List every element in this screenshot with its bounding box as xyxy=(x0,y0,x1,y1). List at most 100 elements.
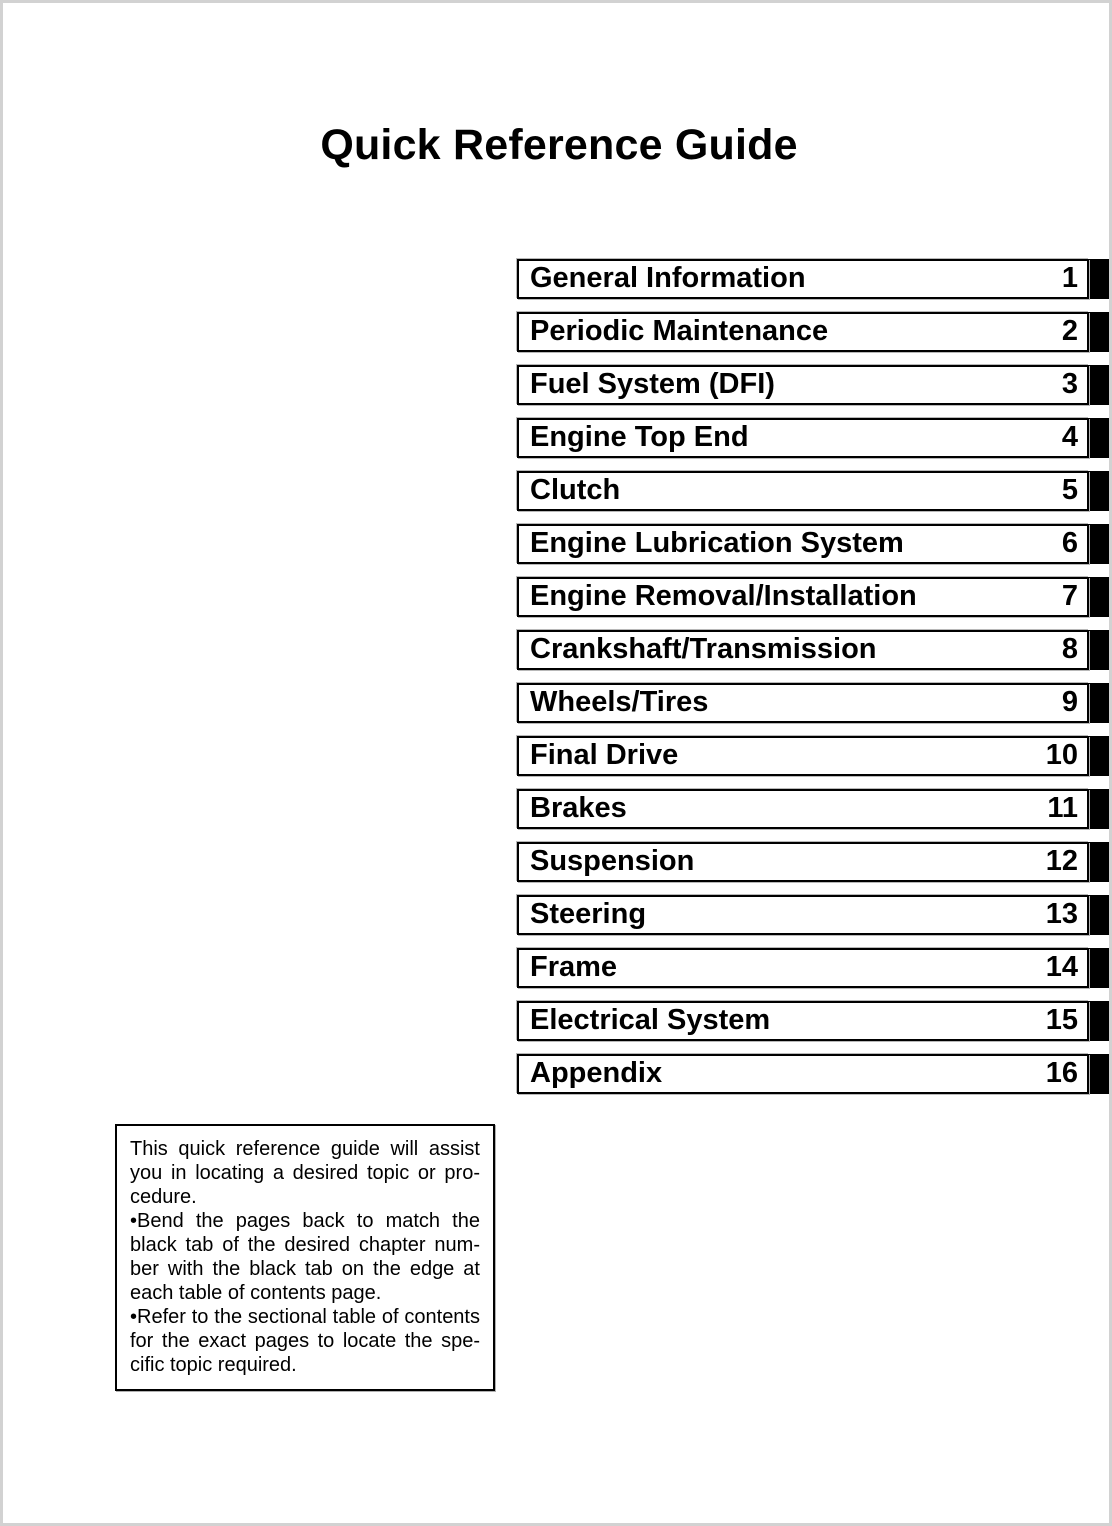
chapter-black-tab xyxy=(1089,789,1109,829)
chapter-box[interactable]: Frame 14 xyxy=(517,948,1089,988)
chapter-number: 15 xyxy=(1045,1004,1078,1036)
chapter-black-tab xyxy=(1089,577,1109,617)
note-line: black tab of the desired chapter num- xyxy=(130,1234,480,1256)
chapter-index-row[interactable]: Electrical System 15 xyxy=(517,1001,1109,1041)
chapter-black-tab xyxy=(1089,842,1109,882)
chapter-number: 12 xyxy=(1045,845,1078,877)
chapter-box[interactable]: Engine Lubrication System 6 xyxy=(517,524,1089,564)
chapter-box[interactable]: Fuel System (DFI) 3 xyxy=(517,365,1089,405)
note-line: This quick reference guide will assist xyxy=(130,1138,480,1160)
chapter-title: Final Drive xyxy=(530,739,679,771)
chapter-box[interactable]: Crankshaft/Transmission 8 xyxy=(517,630,1089,670)
chapter-box[interactable]: Final Drive 10 xyxy=(517,736,1089,776)
chapter-index-row[interactable]: Wheels/Tires 9 xyxy=(517,683,1109,723)
note-line: •Bend the pages back to match the xyxy=(130,1209,480,1233)
chapter-number: 2 xyxy=(1061,315,1078,347)
chapter-number: 11 xyxy=(1047,792,1078,824)
chapter-black-tab xyxy=(1089,365,1109,405)
note-line: for the exact pages to locate the spe- xyxy=(130,1330,480,1352)
note-line: cedure. xyxy=(130,1186,197,1208)
chapter-index-row[interactable]: Steering 13 xyxy=(517,895,1109,935)
chapter-index-row[interactable]: Final Drive 10 xyxy=(517,736,1109,776)
note-line: ber with the black tab on the edge at xyxy=(130,1258,480,1280)
chapter-index-row[interactable]: Crankshaft/Transmission 8 xyxy=(517,630,1109,670)
chapter-box[interactable]: Clutch 5 xyxy=(517,471,1089,511)
chapter-index-row[interactable]: Brakes 11 xyxy=(517,789,1109,829)
chapter-box[interactable]: Steering 13 xyxy=(517,895,1089,935)
chapter-box[interactable]: General Information 1 xyxy=(517,259,1089,299)
note-line: •Refer to the sectional table of content… xyxy=(130,1305,480,1329)
chapter-black-tab xyxy=(1089,736,1109,776)
chapter-number: 3 xyxy=(1061,368,1078,400)
note-bullet-item: •Bend the pages back to match the black t… xyxy=(130,1209,480,1305)
chapter-index-row[interactable]: Periodic Maintenance 2 xyxy=(517,312,1109,352)
chapter-title: Appendix xyxy=(530,1057,663,1089)
document-page: Quick Reference Guide General Informatio… xyxy=(0,0,1112,1526)
chapter-title: Periodic Maintenance xyxy=(530,315,829,347)
chapter-index-row[interactable]: Frame 14 xyxy=(517,948,1109,988)
chapter-title: Wheels/Tires xyxy=(530,686,709,718)
chapter-number: 5 xyxy=(1061,474,1078,506)
note-line-text: Bend the pages back to match the xyxy=(137,1210,480,1232)
chapter-index-row[interactable]: Engine Lubrication System 6 xyxy=(517,524,1109,564)
chapter-black-tab xyxy=(1089,259,1109,299)
chapter-box[interactable]: Periodic Maintenance 2 xyxy=(517,312,1089,352)
chapter-index-row[interactable]: Engine Removal/Installation 7 xyxy=(517,577,1109,617)
chapter-number: 1 xyxy=(1061,262,1078,294)
bullet-marker-icon: • xyxy=(130,1210,138,1232)
chapter-index-row[interactable]: General Information 1 xyxy=(517,259,1109,299)
note-bullet-item: •Refer to the sectional table of content… xyxy=(130,1305,480,1377)
chapter-number: 4 xyxy=(1061,421,1078,453)
chapter-title: Engine Lubrication System xyxy=(530,527,904,559)
note-line: you in locating a desired topic or pro- xyxy=(130,1162,480,1184)
chapter-black-tab xyxy=(1089,683,1109,723)
chapter-black-tab xyxy=(1089,524,1109,564)
chapter-black-tab xyxy=(1089,471,1109,511)
note-intro-paragraph: This quick reference guide will assist yo… xyxy=(130,1137,480,1209)
chapter-index-row[interactable]: Engine Top End 4 xyxy=(517,418,1109,458)
chapter-black-tab xyxy=(1089,630,1109,670)
chapter-title: Frame xyxy=(530,951,618,983)
chapter-black-tab xyxy=(1089,1054,1109,1094)
chapter-box[interactable]: Engine Removal/Installation 7 xyxy=(517,577,1089,617)
chapter-title: Steering xyxy=(530,898,647,930)
instruction-note-box: This quick reference guide will assist yo… xyxy=(115,1124,495,1391)
chapter-black-tab xyxy=(1089,1001,1109,1041)
chapter-box[interactable]: Electrical System 15 xyxy=(517,1001,1089,1041)
chapter-number: 14 xyxy=(1045,951,1078,983)
chapter-title: Clutch xyxy=(530,474,621,506)
chapter-title: Crankshaft/Transmission xyxy=(530,633,877,665)
chapter-number: 8 xyxy=(1061,633,1078,665)
chapter-index-row[interactable]: Clutch 5 xyxy=(517,471,1109,511)
chapter-number: 9 xyxy=(1061,686,1078,718)
chapter-title: Engine Removal/Installation xyxy=(530,580,917,612)
chapter-box[interactable]: Engine Top End 4 xyxy=(517,418,1089,458)
note-line: cific topic required. xyxy=(130,1354,297,1376)
chapter-number: 10 xyxy=(1045,739,1078,771)
chapter-number: 13 xyxy=(1045,898,1078,930)
chapter-index-row[interactable]: Suspension 12 xyxy=(517,842,1109,882)
chapter-title: Fuel System (DFI) xyxy=(530,368,775,400)
chapter-title: Brakes xyxy=(530,792,627,824)
chapter-number: 7 xyxy=(1061,580,1078,612)
chapter-title: Engine Top End xyxy=(530,421,749,453)
chapter-index-table: General Information 1 Periodic Maintenance… xyxy=(517,259,1109,1094)
chapter-number: 16 xyxy=(1045,1057,1078,1089)
chapter-box[interactable]: Appendix 16 xyxy=(517,1054,1089,1094)
chapter-index-row[interactable]: Fuel System (DFI) 3 xyxy=(517,365,1109,405)
chapter-box[interactable]: Wheels/Tires 9 xyxy=(517,683,1089,723)
chapter-box[interactable]: Suspension 12 xyxy=(517,842,1089,882)
chapter-box[interactable]: Brakes 11 xyxy=(517,789,1089,829)
chapter-black-tab xyxy=(1089,948,1109,988)
note-line: each table of contents page. xyxy=(130,1282,382,1304)
bullet-marker-icon: • xyxy=(130,1306,138,1328)
page-title: Quick Reference Guide xyxy=(320,121,798,169)
chapter-black-tab xyxy=(1089,312,1109,352)
note-line-text: Refer to the sectional table of contents xyxy=(137,1306,480,1328)
chapter-number: 6 xyxy=(1061,527,1078,559)
chapter-black-tab xyxy=(1089,418,1109,458)
chapter-index-row[interactable]: Appendix 16 xyxy=(517,1054,1109,1094)
chapter-title: Suspension xyxy=(530,845,695,877)
chapter-black-tab xyxy=(1089,895,1109,935)
chapter-title: Electrical System xyxy=(530,1004,771,1036)
